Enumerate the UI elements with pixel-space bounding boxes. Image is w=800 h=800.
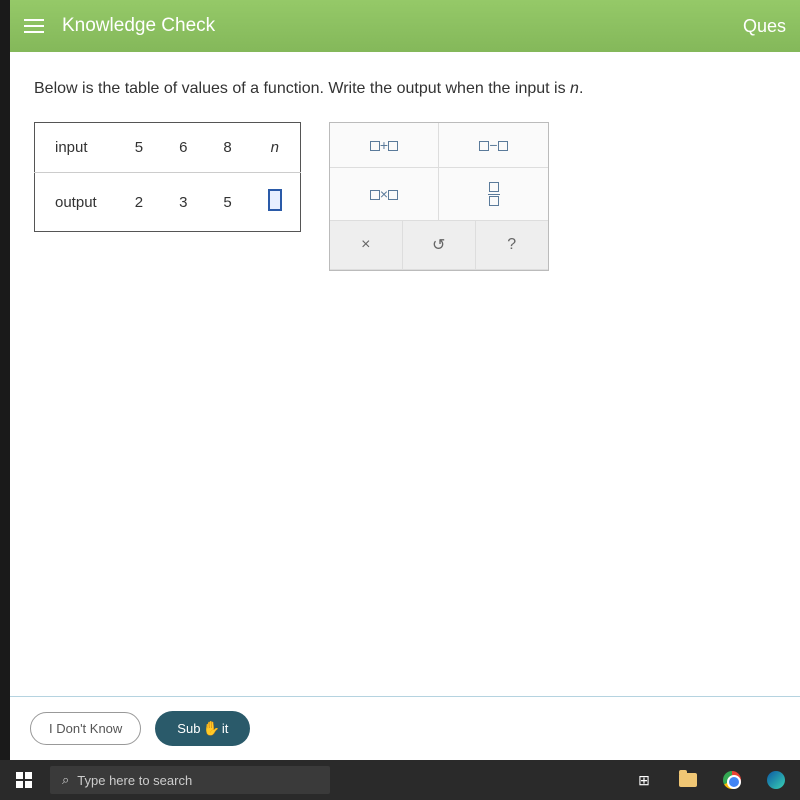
action-bar: I Don't Know Sub✋it [10,696,800,760]
search-placeholder: Type here to search [77,773,192,788]
edge-icon[interactable] [758,764,794,796]
dont-know-button[interactable]: I Don't Know [30,712,141,745]
prompt-suffix: . [579,80,583,97]
question-prompt: Below is the table of values of a functi… [34,80,776,98]
function-table: input 5 6 8 n output 2 3 5 [34,122,301,232]
answer-input[interactable] [268,189,282,211]
windows-taskbar: ⌕ Type here to search ⊞ [0,760,800,800]
output-cell: 2 [117,173,161,232]
task-view-icon[interactable]: ⊞ [626,764,662,796]
prompt-var: n [570,80,579,97]
output-label: output [35,173,117,232]
work-area: input 5 6 8 n output 2 3 5 + − [34,122,776,271]
input-cell: n [250,123,301,173]
output-cell: 3 [161,173,205,232]
page-title: Knowledge Check [62,15,743,37]
start-button[interactable] [6,764,42,796]
input-cell: 6 [161,123,205,173]
chrome-icon[interactable] [714,764,750,796]
prompt-prefix: Below is the table of values of a functi… [34,80,570,97]
tool-subtract[interactable]: − [439,123,548,168]
search-icon: ⌕ [62,772,69,788]
tool-fraction[interactable] [439,168,548,221]
answer-cell[interactable] [250,173,301,232]
input-cell: 8 [205,123,249,173]
header-right-label: Ques [743,16,786,37]
submit-button[interactable]: Sub✋it [155,711,250,746]
input-label: input [35,123,117,173]
file-explorer-icon[interactable] [670,764,706,796]
tool-panel: + − × × ↺ ? [329,122,549,271]
windows-icon [16,772,32,788]
cursor-icon: ✋ [202,720,219,737]
app-window: Knowledge Check Ques Below is the table … [10,0,800,760]
table-row-input: input 5 6 8 n [35,123,301,173]
tool-add[interactable]: + [330,123,440,168]
menu-icon[interactable] [24,19,44,33]
input-cell: 5 [117,123,161,173]
content-area: Below is the table of values of a functi… [10,52,800,696]
tool-clear[interactable]: × [330,221,403,270]
app-header: Knowledge Check Ques [10,0,800,52]
tool-help[interactable]: ? [476,221,548,270]
output-cell: 5 [205,173,249,232]
tool-undo[interactable]: ↺ [403,221,476,270]
taskbar-search[interactable]: ⌕ Type here to search [50,766,330,794]
table-row-output: output 2 3 5 [35,173,301,232]
tool-multiply[interactable]: × [330,168,440,221]
